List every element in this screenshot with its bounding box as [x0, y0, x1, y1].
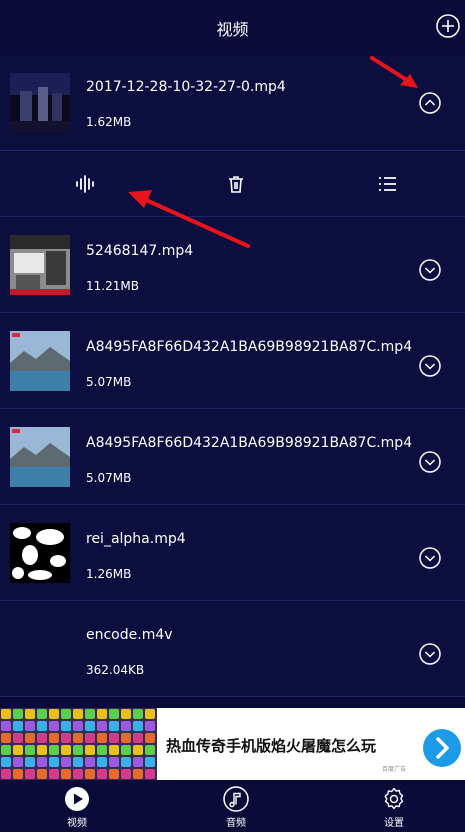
ad-text: 热血传奇手机版焰火屠魔怎么玩 — [166, 737, 377, 755]
video-thumbnail — [10, 523, 70, 583]
video-size: 11.21MB — [86, 279, 139, 293]
waveform-icon[interactable] — [74, 173, 96, 195]
video-name: 52468147.mp4 — [86, 243, 194, 259]
video-thumbnail — [10, 73, 70, 133]
tab-label: 音频 — [226, 818, 246, 829]
video-size: 5.07MB — [86, 375, 132, 389]
video-thumbnail — [10, 331, 70, 391]
trash-icon[interactable] — [225, 173, 247, 195]
video-thumbnail — [10, 235, 70, 295]
ad-tag: 百度广告 — [382, 766, 407, 773]
ad-game-image — [0, 708, 157, 780]
tab-label: 视频 — [67, 818, 87, 829]
list-item[interactable]: rei_alpha.mp4 1.26MB — [0, 505, 465, 601]
video-size: 362.04KB — [86, 663, 145, 677]
tab-settings[interactable]: 设置 — [364, 786, 424, 832]
video-name: encode.m4v — [86, 627, 173, 643]
video-name: rei_alpha.mp4 — [86, 531, 186, 547]
tab-label: 设置 — [384, 818, 404, 829]
video-name: A8495FA8F66D432A1BA69B98921BA87C.mp4 — [86, 339, 413, 355]
chevron-down-icon[interactable] — [419, 547, 441, 569]
video-thumbnail — [10, 427, 70, 487]
list-item[interactable]: encode.m4v 362.04KB — [0, 601, 465, 697]
tab-bar: 视频 音频 设置 — [0, 780, 465, 832]
add-icon[interactable] — [436, 14, 460, 38]
video-size: 5.07MB — [86, 471, 132, 485]
list-item[interactable]: A8495FA8F66D432A1BA69B98921BA87C.mp4 5.0… — [0, 409, 465, 505]
list-item[interactable]: 52468147.mp4 11.21MB — [0, 217, 465, 313]
arrow-right-icon[interactable] — [423, 729, 461, 767]
list-item[interactable]: 2017-12-28-10-32-27-0.mp4 1.62MB — [0, 55, 465, 151]
play-circle-icon — [65, 787, 89, 811]
chevron-up-icon[interactable] — [419, 92, 441, 114]
music-note-icon — [223, 786, 249, 812]
video-name: A8495FA8F66D432A1BA69B98921BA87C.mp4 — [86, 435, 413, 451]
list-item[interactable]: A8495FA8F66D432A1BA69B98921BA87C.mp4 5.0… — [0, 313, 465, 409]
item-actions — [0, 151, 465, 217]
chevron-down-icon[interactable] — [419, 451, 441, 473]
video-size: 1.26MB — [86, 567, 132, 581]
app-header: 视频 — [0, 0, 465, 55]
tab-video[interactable]: 视频 — [47, 786, 107, 832]
chevron-down-icon[interactable] — [419, 259, 441, 281]
ad-banner[interactable]: 热血传奇手机版焰火屠魔怎么玩 百度广告 — [0, 708, 465, 780]
tab-audio[interactable]: 音频 — [206, 786, 266, 832]
video-size: 1.62MB — [86, 115, 132, 129]
gear-icon — [384, 787, 404, 810]
video-name: 2017-12-28-10-32-27-0.mp4 — [86, 79, 286, 95]
list-icon[interactable] — [376, 173, 398, 195]
page-title: 视频 — [216, 20, 249, 39]
video-list: 2017-12-28-10-32-27-0.mp4 1.62MB 5246814… — [0, 55, 465, 697]
chevron-down-icon[interactable] — [419, 643, 441, 665]
chevron-down-icon[interactable] — [419, 355, 441, 377]
